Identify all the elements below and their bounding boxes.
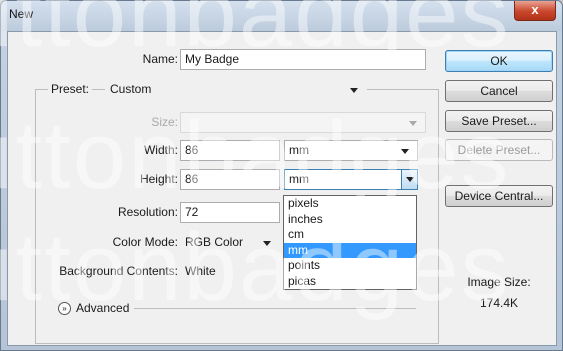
width-input[interactable]: 86 bbox=[180, 140, 280, 161]
advanced-label[interactable]: Advanced bbox=[76, 301, 129, 315]
advanced-divider bbox=[134, 308, 416, 309]
expand-chevron-icon[interactable]: » bbox=[58, 302, 71, 315]
preset-label: Preset: bbox=[48, 82, 93, 96]
image-size-value: 174.4K bbox=[479, 296, 519, 310]
color-mode-label: Color Mode: bbox=[112, 235, 178, 249]
dialog-client-area: Name: My Badge Preset: Custom Size: Widt… bbox=[7, 31, 557, 346]
height-unit-select[interactable]: mm bbox=[284, 169, 418, 190]
color-mode-select[interactable]: RGB Color bbox=[180, 232, 280, 253]
width-unit-select[interactable]: mm bbox=[284, 140, 418, 161]
resolution-input[interactable]: 72 bbox=[180, 202, 280, 223]
chevron-down-icon bbox=[401, 149, 409, 154]
ok-button[interactable]: OK bbox=[445, 50, 553, 72]
dropdown-option-mm[interactable]: mm bbox=[284, 242, 416, 258]
chevron-down-icon bbox=[263, 241, 271, 246]
title-bar[interactable]: New x bbox=[1, 1, 562, 31]
dropdown-option-inches[interactable]: inches bbox=[284, 212, 416, 228]
size-select[interactable] bbox=[180, 112, 426, 133]
close-button[interactable]: x bbox=[514, 1, 556, 21]
new-document-dialog: New x Name: My Badge Preset: Custom Size… bbox=[0, 0, 563, 351]
chevron-down-icon bbox=[409, 121, 417, 126]
dropdown-option-cm[interactable]: cm bbox=[284, 227, 416, 243]
save-preset-button[interactable]: Save Preset... bbox=[445, 110, 553, 132]
cancel-button[interactable]: Cancel bbox=[445, 80, 553, 102]
unit-dropdown-list[interactable]: pixels inches cm mm points picas bbox=[283, 195, 417, 290]
dropdown-option-pixels[interactable]: pixels bbox=[284, 196, 416, 212]
chevron-down-icon bbox=[406, 177, 414, 182]
resolution-label: Resolution: bbox=[117, 205, 178, 219]
name-input[interactable]: My Badge bbox=[180, 49, 426, 70]
name-label: Name: bbox=[142, 52, 178, 66]
image-size-label: Image Size: bbox=[467, 275, 531, 289]
device-central-button[interactable]: Device Central... bbox=[445, 185, 553, 207]
background-select[interactable]: White bbox=[180, 261, 290, 282]
dropdown-option-picas[interactable]: picas bbox=[284, 274, 416, 290]
chevron-down-icon bbox=[350, 88, 358, 93]
height-label: Height: bbox=[139, 172, 178, 186]
preset-select[interactable]: Custom bbox=[105, 79, 367, 100]
width-label: Width: bbox=[143, 143, 178, 157]
delete-preset-button[interactable]: Delete Preset... bbox=[445, 139, 553, 161]
background-label: Background Contents: bbox=[59, 264, 178, 278]
size-label: Size: bbox=[151, 115, 178, 129]
height-input[interactable]: 86 bbox=[180, 169, 280, 190]
screenshot-stage: New x Name: My Badge Preset: Custom Size… bbox=[0, 0, 563, 351]
dropdown-option-points[interactable]: points bbox=[284, 258, 416, 274]
window-title: New bbox=[9, 7, 34, 21]
close-icon: x bbox=[531, 2, 539, 17]
dropdown-button[interactable] bbox=[401, 170, 417, 189]
